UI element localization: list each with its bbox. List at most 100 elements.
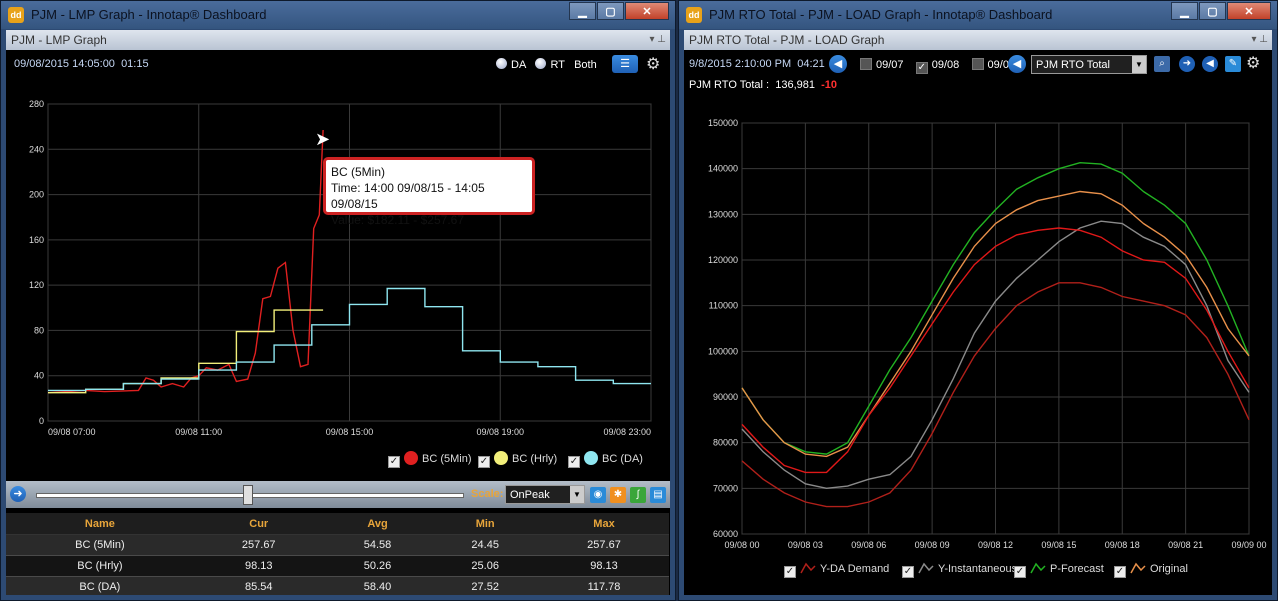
table-row[interactable]: BC (Hrly) 98.13 50.26 25.06 98.13 (6, 555, 669, 577)
table-row[interactable]: BC (DA) 85.54 58.40 27.52 117.78 (6, 576, 669, 595)
y-tick-label: 90000 (713, 392, 738, 402)
lmp-legend-5min[interactable]: ✓ BC (5Min) (388, 451, 472, 468)
table-cell: BC (DA) (6, 576, 194, 595)
lmp-legend-da[interactable]: ✓ BC (DA) (568, 451, 643, 468)
y-tick-label: 100000 (708, 346, 738, 356)
legend-checkbox[interactable]: ✓ (902, 566, 914, 578)
radio-both[interactable]: Both (574, 59, 597, 71)
load-titlebar[interactable]: dd PJM RTO Total - PJM - LOAD Graph - In… (679, 1, 1277, 29)
settings-gear-icon[interactable]: ⚙ (1246, 53, 1260, 73)
legend-line-icon (1130, 562, 1146, 574)
legend-checkbox[interactable]: ✓ (1014, 566, 1026, 578)
radio-both-label: Both (574, 59, 597, 71)
close-button[interactable]: ✕ (625, 2, 669, 20)
legend-label: BC (DA) (602, 453, 643, 465)
legend-label: P-Forecast (1050, 563, 1104, 575)
speaker-icon[interactable]: ◀ (1202, 56, 1218, 72)
innotap-app-icon: dd (686, 7, 702, 23)
minimize-button[interactable]: ▁ (1171, 2, 1198, 20)
close-button[interactable]: ✕ (1227, 2, 1271, 20)
legend-checkbox[interactable]: ✓ (388, 456, 400, 468)
day-check-0908[interactable]: ✓ 09/08 (915, 59, 959, 74)
pin-icon[interactable]: ▾ ⊥ (649, 30, 666, 50)
x-tick-label: 09/08 21 (1168, 540, 1203, 550)
legend-label: Y-DA Demand (820, 563, 890, 575)
lmp-window-title: PJM - LMP Graph - Innotap® Dashboard (31, 7, 267, 22)
load-legend-item[interactable]: ✓ Original (1114, 562, 1188, 578)
export-icon[interactable]: ▤ (650, 487, 666, 503)
lmp-legend-hrly[interactable]: ✓ BC (Hrly) (478, 451, 557, 468)
curve-icon[interactable]: ∫ (630, 487, 646, 503)
pin-icon[interactable]: ▾ ⊥ (1251, 30, 1268, 50)
zoom-icon[interactable]: ⌕ (1154, 56, 1170, 72)
load-chart[interactable]: 60000 70000 80000 90000 100000 110000 120000 13… (684, 108, 1272, 558)
column-header[interactable]: Max (539, 513, 669, 535)
load-legend-item[interactable]: ✓ Y-Instantaneous (902, 562, 1017, 578)
scale-dropdown[interactable]: OnPeak ▼ (505, 485, 585, 504)
load-panel-title-text: PJM RTO Total - PJM - LOAD Graph (689, 33, 885, 47)
total-delta: -10 (821, 79, 838, 91)
zone-dropdown[interactable]: PJM RTO Total ▼ (1031, 55, 1147, 74)
legend-dot-icon (584, 451, 598, 465)
load-datetime: 9/8/2015 2:10:00 PM (689, 58, 792, 70)
legend-checkbox[interactable]: ✓ (1114, 566, 1126, 578)
column-header[interactable]: Cur (193, 513, 324, 535)
y-tick-label: 120000 (708, 255, 738, 265)
y-tick-label: 110000 (709, 301, 738, 311)
play-arrow-icon[interactable]: ➜ (10, 486, 26, 502)
y-tick-label: 80 (34, 325, 44, 335)
column-header[interactable]: Avg (323, 513, 432, 535)
speaker-icon[interactable]: ◀ (829, 55, 847, 73)
legend-label: BC (5Min) (422, 453, 472, 465)
lmp-titlebar[interactable]: dd PJM - LMP Graph - Innotap® Dashboard … (1, 1, 675, 29)
column-header[interactable]: Min (431, 513, 539, 535)
legend-checkbox[interactable]: ✓ (568, 456, 580, 468)
speaker-icon[interactable]: ◀ (1008, 55, 1026, 73)
load-legend-item[interactable]: ✓ P-Forecast (1014, 562, 1104, 578)
x-tick-label: 09/08 00 (724, 540, 759, 550)
table-header-row: Name Cur Avg Min Max (6, 513, 669, 535)
lmp-panel: PJM - LMP Graph ▾ ⊥ 09/08/2015 14:05:00 … (6, 30, 670, 595)
scale-label: Scale: (471, 488, 504, 500)
innotap-app-icon: dd (8, 7, 24, 23)
forward-arrow-icon[interactable]: ➜ (1179, 56, 1195, 72)
x-tick-label: 09/08 11:00 (175, 427, 222, 437)
y-tick-label: 280 (29, 99, 44, 109)
load-legend-item[interactable]: ✓ Y-DA Demand (784, 562, 889, 578)
lmp-datetime: 09/08/2015 14:05:00 (14, 58, 115, 70)
maximize-button[interactable]: ▢ (1199, 2, 1226, 20)
eye-icon[interactable]: ◉ (590, 487, 606, 503)
snowflake-icon[interactable]: ✱ (610, 487, 626, 503)
tooltip-title: BC (5Min) (331, 165, 386, 179)
column-header[interactable]: Name (6, 513, 194, 535)
table-row[interactable]: BC (5Min) 257.67 54.58 24.45 257.67 (6, 534, 669, 556)
chevron-down-icon: ▼ (570, 486, 584, 503)
edit-icon[interactable]: ✎ (1225, 56, 1241, 72)
load-panel-title: PJM RTO Total - PJM - LOAD Graph ▾ ⊥ (684, 30, 1272, 50)
lmp-summary-table: Name Cur Avg Min Max BC (5Min) 257.67 54.58 24.… (6, 513, 669, 595)
day-check-0907[interactable]: 09/07 (860, 58, 904, 71)
legend-line-icon (1030, 562, 1046, 574)
table-cell: 54.58 (323, 534, 432, 556)
legend-checkbox[interactable]: ✓ (478, 456, 490, 468)
radio-da[interactable]: DA (496, 58, 526, 71)
x-tick-label: 09/08 19:00 (476, 427, 524, 437)
lmp-panel-title: PJM - LMP Graph ▾ ⊥ (6, 30, 670, 50)
table-cell: BC (5Min) (6, 534, 194, 556)
settings-gear-icon[interactable]: ⚙ (646, 54, 660, 74)
load-panel: PJM RTO Total - PJM - LOAD Graph ▾ ⊥ 9/8… (684, 30, 1272, 595)
radio-rt[interactable]: RT (535, 58, 565, 71)
radio-rt-icon (535, 58, 547, 69)
minimize-button[interactable]: ▁ (569, 2, 596, 20)
legend-label: Original (1150, 563, 1188, 575)
time-slider-thumb[interactable] (243, 485, 253, 505)
table-cell: 27.52 (431, 576, 539, 595)
chevron-down-icon: ▼ (1132, 56, 1146, 73)
legend-checkbox[interactable]: ✓ (784, 566, 796, 578)
checkbox-icon (860, 58, 872, 70)
lmp-chart[interactable]: 0 40 80 120 160 200 240 280 09/08 07:00 09/08 11:… (6, 85, 670, 445)
list-view-button[interactable]: ☰ (612, 55, 638, 73)
checkmark-icon: ✓ (915, 62, 928, 74)
maximize-button[interactable]: ▢ (597, 2, 624, 20)
lmp-countdown: 01:15 (121, 58, 149, 70)
